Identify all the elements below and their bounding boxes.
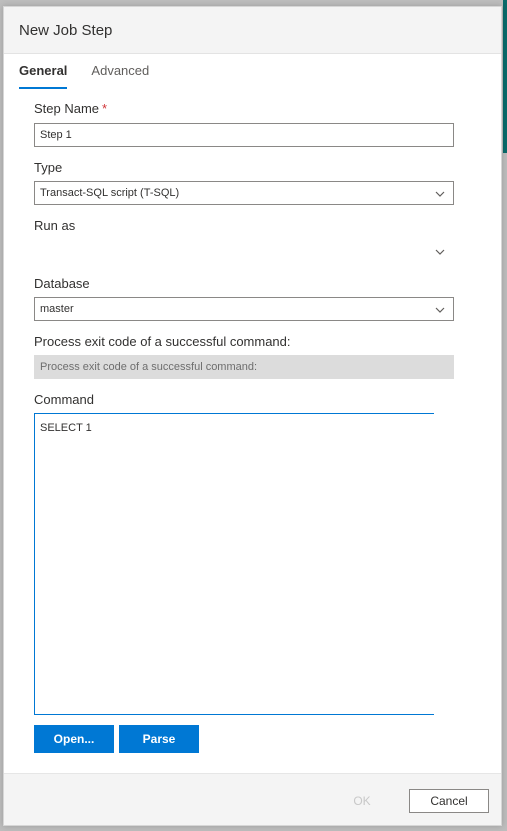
database-label: Database: [34, 276, 90, 291]
type-label: Type: [34, 160, 63, 175]
new-job-step-dialog: New Job Step General Advanced Step Name *…: [3, 6, 502, 826]
run-as-label: Run as: [34, 218, 76, 233]
dialog-title: New Job Step: [19, 21, 113, 39]
background-window-edge: [503, 0, 507, 153]
run-as-select[interactable]: [34, 239, 454, 263]
dialog-header: New Job Step: [4, 7, 501, 54]
step-name-label-text: Step Name: [34, 101, 100, 116]
dialog-footer: OK Cancel: [4, 773, 501, 825]
step-name-label: Step Name *: [34, 101, 107, 116]
tab-bar: General Advanced: [19, 63, 149, 89]
exit-code-label: Process exit code of a successful comman…: [34, 334, 291, 349]
command-editor[interactable]: SELECT 1: [34, 413, 434, 715]
cancel-button[interactable]: Cancel: [409, 789, 489, 813]
type-select[interactable]: Transact-SQL script (T-SQL): [34, 181, 454, 205]
command-label: Command: [34, 392, 94, 407]
type-select-value: Transact-SQL script (T-SQL): [40, 187, 180, 199]
database-select[interactable]: master: [34, 297, 454, 321]
ok-button[interactable]: OK: [322, 789, 402, 813]
tab-general[interactable]: General: [19, 63, 68, 89]
chevron-down-icon: [435, 307, 445, 313]
step-name-input[interactable]: Step 1: [34, 123, 454, 147]
required-asterisk: *: [102, 101, 108, 116]
database-select-value: master: [40, 303, 74, 315]
parse-button[interactable]: Parse: [119, 725, 199, 753]
chevron-down-icon: [435, 249, 445, 255]
tab-advanced[interactable]: Advanced: [91, 63, 149, 87]
exit-code-input[interactable]: Process exit code of a successful comman…: [34, 355, 454, 379]
open-button[interactable]: Open...: [34, 725, 114, 753]
chevron-down-icon: [435, 191, 445, 197]
